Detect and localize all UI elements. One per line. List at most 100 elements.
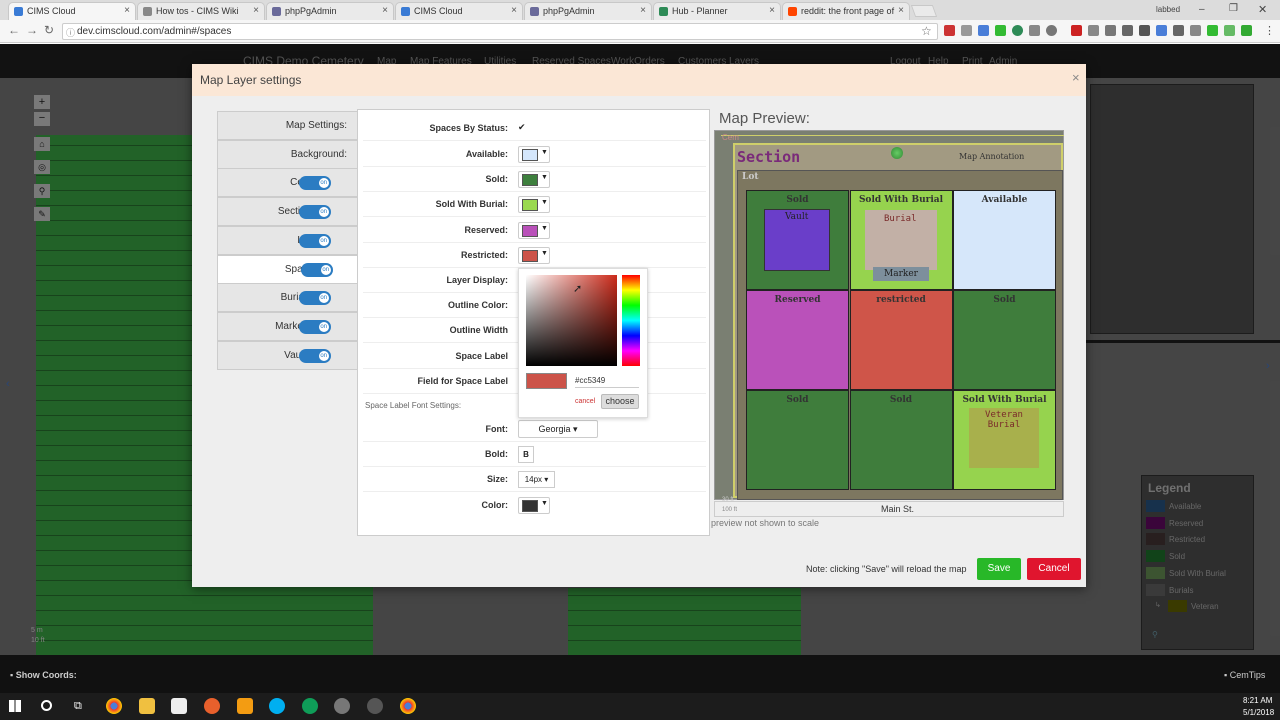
tab-title: CIMS Cloud xyxy=(27,6,76,16)
extension-icon[interactable] xyxy=(1156,25,1167,36)
window-restore-button[interactable]: ❐ xyxy=(1229,3,1238,14)
forward-icon[interactable]: → xyxy=(26,23,38,37)
extension-icon[interactable] xyxy=(1190,25,1201,36)
show-coords-toggle[interactable]: ▪ Show Coords: xyxy=(10,670,77,680)
color-picker[interactable]: ▼ xyxy=(518,246,550,264)
windows-start-icon[interactable] xyxy=(9,700,21,712)
skype-icon[interactable] xyxy=(269,698,285,714)
back-icon[interactable]: ← xyxy=(8,23,20,37)
menu-item[interactable]: Vaults:on xyxy=(217,340,358,370)
picker-cancel-link[interactable]: cancel xyxy=(575,398,595,405)
close-tab-icon[interactable]: × xyxy=(769,3,775,19)
close-tab-icon[interactable]: × xyxy=(640,3,646,19)
menu-item[interactable]: Lot:on xyxy=(217,225,358,255)
hangouts-icon[interactable] xyxy=(302,698,318,714)
reload-icon[interactable]: ↻ xyxy=(44,23,54,37)
extension-icon[interactable] xyxy=(1173,25,1184,36)
browser-tab[interactable]: CIMS Cloud × xyxy=(8,2,136,20)
toggle-switch[interactable]: on xyxy=(299,291,331,306)
color-picker[interactable]: ▼ xyxy=(518,146,550,163)
store-icon[interactable] xyxy=(171,698,187,714)
menu-item[interactable]: Background: xyxy=(217,139,358,169)
extension-icon[interactable] xyxy=(1224,25,1235,36)
extension-icon[interactable] xyxy=(1071,25,1082,36)
close-tab-icon[interactable]: × xyxy=(382,3,388,19)
caret-down-icon: ▼ xyxy=(541,249,548,257)
cancel-button[interactable]: Cancel xyxy=(1027,558,1081,580)
menu-item[interactable]: Space:on xyxy=(217,254,359,284)
search-icon[interactable] xyxy=(41,700,52,711)
extension-icon[interactable] xyxy=(1122,25,1133,36)
toggle-switch[interactable]: on xyxy=(301,262,333,277)
browser-tab[interactable]: phpPgAdmin × xyxy=(266,2,394,20)
toggle-switch[interactable]: on xyxy=(299,348,331,363)
bookmark-star-icon[interactable]: ☆ xyxy=(921,24,932,38)
sublime-icon[interactable] xyxy=(237,698,253,714)
bold-toggle[interactable]: B xyxy=(518,446,534,463)
task-view-icon[interactable]: ⧉ xyxy=(74,700,82,713)
extension-icon[interactable] xyxy=(1207,25,1218,36)
extension-icon[interactable] xyxy=(1029,25,1040,36)
cemtips-toggle[interactable]: ▪ CemTips xyxy=(1224,670,1265,680)
color-row-label: Sold: xyxy=(485,174,509,185)
browser-tab[interactable]: reddit: the front page of × xyxy=(782,2,910,20)
picker-choose-button[interactable]: choose xyxy=(601,394,639,409)
extension-icon[interactable] xyxy=(995,25,1006,36)
chrome-menu-icon[interactable]: ⋮ xyxy=(1264,24,1275,37)
menu-item[interactable]: Markers: on xyxy=(217,311,358,341)
extension-icon[interactable] xyxy=(1241,25,1252,36)
menu-item[interactable]: Burials: on xyxy=(217,283,358,313)
new-tab-button[interactable] xyxy=(910,5,938,17)
save-button[interactable]: Save xyxy=(977,558,1021,580)
browser-tab[interactable]: CIMS Cloud × xyxy=(395,2,523,20)
font-select[interactable]: Georgia ▾ xyxy=(518,420,598,438)
close-tab-icon[interactable]: × xyxy=(511,3,517,19)
toggle-on-label: on xyxy=(320,323,327,330)
close-tab-icon[interactable]: × xyxy=(124,3,130,19)
app-icon[interactable] xyxy=(204,698,220,714)
favicon-icon xyxy=(659,7,668,16)
browser-tab[interactable]: Hub - Planner × xyxy=(653,2,781,20)
close-tab-icon[interactable]: × xyxy=(253,3,259,19)
menu-item[interactable]: Section: on xyxy=(217,197,358,227)
toggle-switch[interactable]: on xyxy=(299,319,331,334)
spaces-by-status-checkbox[interactable]: ✔ xyxy=(518,122,526,133)
close-icon[interactable]: × xyxy=(1072,70,1080,85)
close-tab-icon[interactable]: × xyxy=(898,3,904,19)
chrome-icon[interactable] xyxy=(106,698,122,714)
menu-item[interactable]: Cem:on xyxy=(217,168,358,198)
extension-icon[interactable] xyxy=(1088,25,1099,36)
settings-icon[interactable] xyxy=(334,698,350,714)
extension-icon[interactable] xyxy=(1105,25,1116,36)
extension-icon[interactable] xyxy=(961,25,972,36)
profile-name[interactable]: labbed xyxy=(1156,5,1180,14)
extension-icon[interactable] xyxy=(1012,25,1023,36)
color-picker[interactable]: ▼ xyxy=(518,221,550,239)
toggle-switch[interactable]: on xyxy=(299,205,331,220)
toggle-switch[interactable]: on xyxy=(299,233,331,248)
size-select[interactable]: 14px ▾ xyxy=(518,471,555,488)
saturation-gradient[interactable] xyxy=(526,275,617,366)
browser-tab[interactable]: phpPgAdmin × xyxy=(524,2,652,20)
toggle-switch[interactable]: on xyxy=(299,176,331,191)
text-color-picker[interactable]: ▼ xyxy=(518,497,550,514)
extension-icon[interactable] xyxy=(1139,25,1150,36)
color-picker[interactable]: ▼ xyxy=(518,171,550,189)
hue-slider[interactable] xyxy=(622,275,640,366)
extension-icon[interactable] xyxy=(1046,25,1057,36)
extension-icon[interactable] xyxy=(978,25,989,36)
extension-icon[interactable] xyxy=(944,25,955,36)
color-picker[interactable]: ▼ xyxy=(518,196,550,214)
window-minimize-button[interactable]: – xyxy=(1199,4,1205,15)
window-close-button[interactable]: ✕ xyxy=(1258,3,1267,16)
url-input[interactable]: dev.cimscloud.com/admin#/spaces xyxy=(62,23,938,40)
menu-item[interactable]: Map Settings: xyxy=(217,111,358,140)
browser-tab[interactable]: How tos - CIMS Wiki × xyxy=(137,2,265,20)
outline-color-label: Outline Color: xyxy=(448,300,508,310)
app-icon[interactable] xyxy=(367,698,383,714)
caret-down-icon: ▾ xyxy=(573,424,578,434)
chrome-icon[interactable] xyxy=(400,698,416,714)
preview-space: restricted xyxy=(849,290,953,390)
hex-input[interactable]: #cc5349 xyxy=(575,376,639,388)
folder-icon[interactable] xyxy=(139,698,155,714)
